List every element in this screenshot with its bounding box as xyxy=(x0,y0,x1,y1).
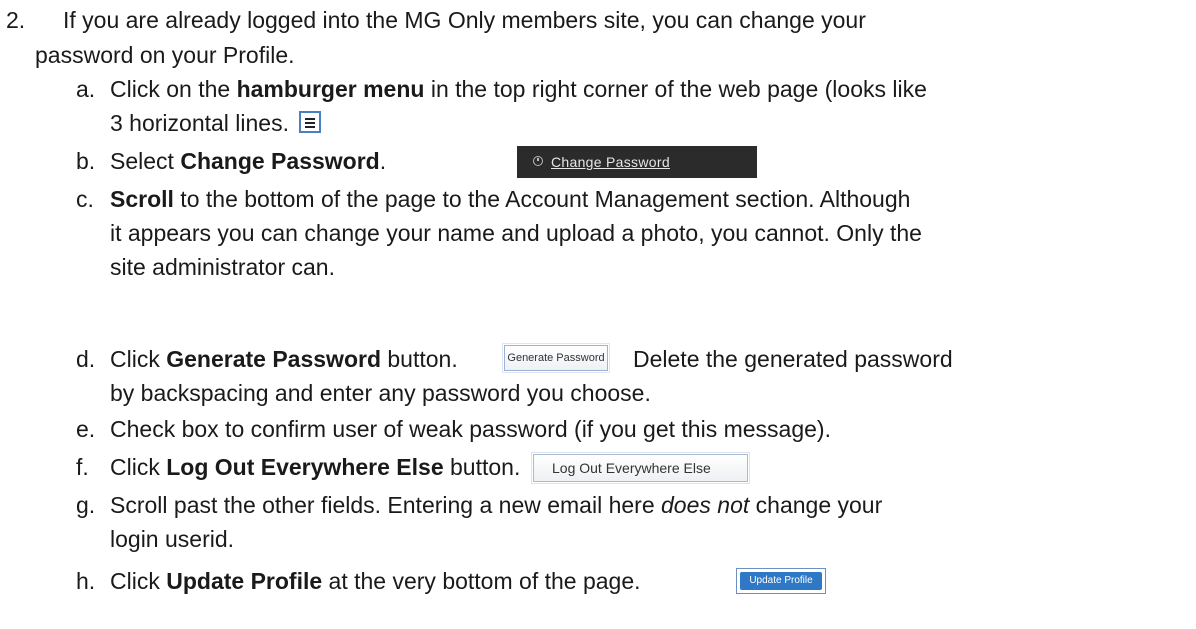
step-letter: f. xyxy=(76,454,89,480)
step-letter: h. xyxy=(76,568,96,594)
change-password-button[interactable]: Change Password xyxy=(517,146,757,178)
step-letter: e. xyxy=(76,416,96,442)
step-f-text: Click Log Out Everywhere Else button. xyxy=(110,454,521,480)
step-a-text: Click on the hamburger menu in the top r… xyxy=(110,76,927,102)
step-g-text: Scroll past the other fields. Entering a… xyxy=(110,492,883,518)
step-d-text: Click Generate Password button. xyxy=(110,346,458,372)
change-password-label: Change Password xyxy=(551,154,670,170)
document-page: 2. If you are already logged into the MG… xyxy=(0,0,1196,629)
step-c-text: Scroll to the bottom of the page to the … xyxy=(110,186,911,212)
step-letter: c. xyxy=(76,186,94,212)
update-profile-button[interactable]: Update Profile xyxy=(736,568,826,594)
step-a-text-line2: 3 horizontal lines. xyxy=(110,108,322,138)
log-out-everywhere-else-button[interactable]: Log Out Everywhere Else xyxy=(531,452,750,484)
step-g-text-line2: login userid. xyxy=(110,526,235,552)
step-c-text-line3: site administrator can. xyxy=(110,254,335,280)
step-letter: a. xyxy=(76,76,96,102)
step-d-after-text: Delete the generated password xyxy=(633,346,953,372)
list-number: 2. xyxy=(6,7,26,33)
step-letter: b. xyxy=(76,148,96,174)
step-h-text: Click Update Profile at the very bottom … xyxy=(110,568,641,594)
step-c-text-line2: it appears you can change your name and … xyxy=(110,220,922,246)
paragraph-line: If you are already logged into the MG On… xyxy=(63,7,866,33)
step-b-text: Select Change Password. xyxy=(110,148,387,174)
step-e-text: Check box to confirm user of weak passwo… xyxy=(110,416,831,442)
step-letter: g. xyxy=(76,492,96,518)
update-profile-label: Update Profile xyxy=(740,572,822,590)
step-d-text-line2: by backspacing and enter any password yo… xyxy=(110,380,651,406)
step-letter: d. xyxy=(76,346,96,372)
paragraph-line: password on your Profile. xyxy=(35,42,295,68)
generate-password-button[interactable]: Generate Password xyxy=(502,343,610,373)
hamburger-icon xyxy=(299,111,322,133)
clock-icon xyxy=(533,156,543,166)
